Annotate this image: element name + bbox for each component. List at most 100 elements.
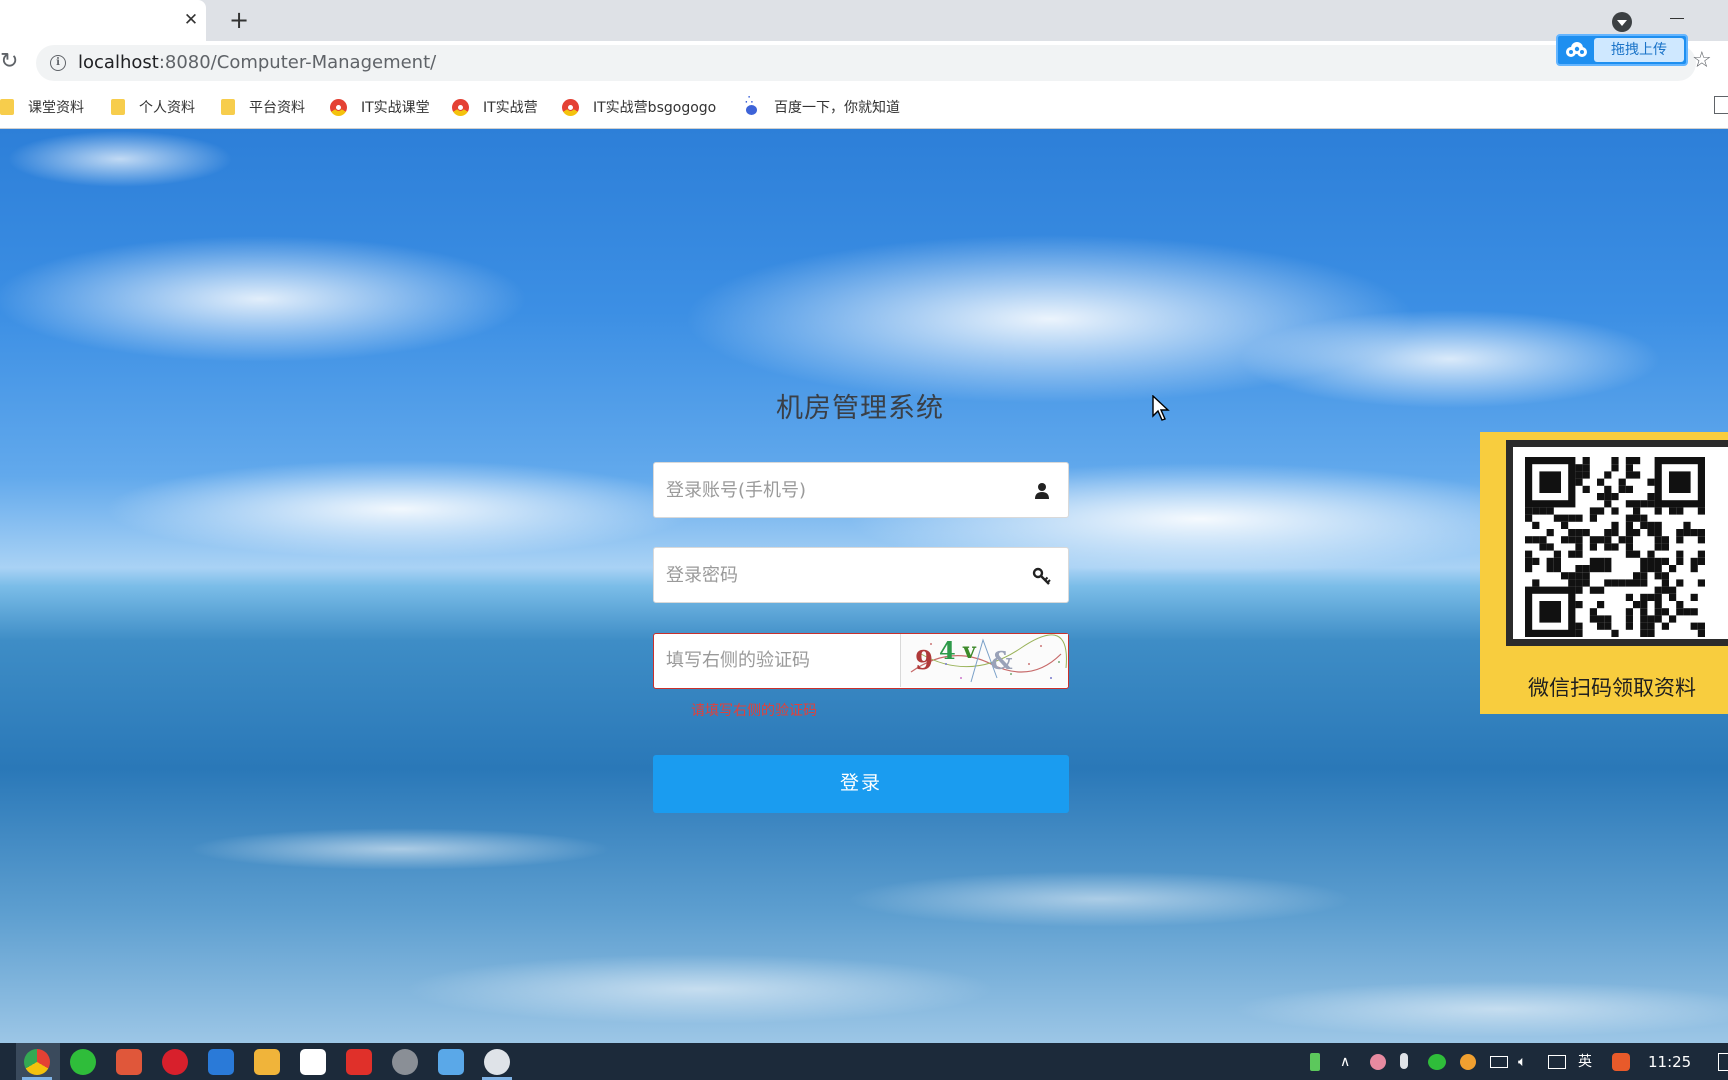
bookmark-item[interactable]: 个人资料 bbox=[111, 96, 195, 118]
network-icon[interactable] bbox=[1548, 1055, 1566, 1069]
folder-taskbar-icon[interactable] bbox=[254, 1049, 280, 1075]
bookmark-item[interactable]: 百度一下，你就知道 bbox=[743, 93, 900, 118]
tray-expand-icon[interactable]: ∧ bbox=[1340, 1051, 1350, 1073]
qr-module bbox=[1697, 550, 1705, 558]
ime-indicator[interactable]: 英 bbox=[1578, 1051, 1592, 1073]
volume-icon[interactable]: 🔈︎ bbox=[1518, 1051, 1526, 1073]
qr-module bbox=[1618, 485, 1626, 493]
bookmark-item[interactable]: IT实战营 bbox=[452, 96, 538, 118]
profile-menu-icon[interactable] bbox=[1612, 12, 1632, 32]
settings-taskbar-icon[interactable] bbox=[392, 1049, 418, 1075]
wechat-taskbar-icon[interactable] bbox=[70, 1049, 96, 1075]
account-input[interactable] bbox=[666, 463, 1006, 517]
login-button[interactable]: 登录 bbox=[653, 755, 1069, 813]
account-field[interactable] bbox=[653, 462, 1069, 518]
qr-module bbox=[1633, 507, 1641, 515]
bookmark-item[interactable]: 平台资料 bbox=[221, 96, 305, 118]
qr-module bbox=[1589, 543, 1597, 551]
battery-icon[interactable] bbox=[1490, 1056, 1508, 1068]
qr-module bbox=[1604, 543, 1612, 551]
address-url[interactable]: localhost:8080/Computer-Management/ bbox=[78, 52, 436, 74]
qr-module bbox=[1676, 579, 1684, 587]
music-taskbar-icon[interactable] bbox=[162, 1049, 188, 1075]
qr-module bbox=[1539, 507, 1547, 515]
captcha-image[interactable]: 9 4 v & bbox=[900, 634, 1068, 687]
qq-tray-icon[interactable] bbox=[1460, 1054, 1476, 1070]
qr-module bbox=[1604, 565, 1612, 573]
wechat-tray-icon[interactable] bbox=[1428, 1054, 1446, 1070]
upload-widget[interactable]: 拖拽上传 bbox=[1556, 34, 1688, 66]
qr-module bbox=[1625, 521, 1633, 529]
qr-module bbox=[1640, 579, 1648, 587]
sogou-ime-icon[interactable] bbox=[1612, 1053, 1630, 1071]
captcha-input[interactable] bbox=[666, 634, 894, 687]
qr-module bbox=[1568, 514, 1576, 522]
app-taskbar-icon[interactable] bbox=[484, 1049, 510, 1075]
qr-module bbox=[1625, 485, 1633, 493]
password-input[interactable] bbox=[666, 548, 1006, 602]
qr-module bbox=[1661, 536, 1669, 544]
bookmark-item[interactable]: 课堂资料 bbox=[0, 96, 84, 118]
qr-module bbox=[1546, 507, 1554, 515]
bookmark-item[interactable]: IT实战课堂 bbox=[330, 96, 430, 118]
qr-module bbox=[1640, 565, 1648, 573]
reading-list-icon[interactable] bbox=[1714, 96, 1728, 114]
microphone-icon[interactable] bbox=[1400, 1053, 1408, 1069]
qr-module bbox=[1654, 565, 1662, 573]
qr-module bbox=[1589, 507, 1597, 515]
browser-tab-active[interactable]: ✕ bbox=[0, 0, 206, 41]
notification-icon[interactable] bbox=[1718, 1053, 1728, 1071]
qr-module bbox=[1611, 464, 1619, 472]
baidu-netdisk-taskbar-icon[interactable] bbox=[300, 1049, 326, 1075]
qr-module bbox=[1568, 579, 1576, 587]
bookmark-star-icon[interactable]: ☆ bbox=[1692, 47, 1712, 75]
qr-module bbox=[1589, 586, 1597, 594]
site-info-icon[interactable]: i bbox=[50, 55, 66, 71]
qr-module bbox=[1647, 500, 1655, 508]
bookmark-item[interactable]: IT实战营bsgogogo bbox=[562, 96, 716, 118]
taskbar-clock[interactable]: 11:25 bbox=[1648, 1051, 1691, 1073]
qr-module bbox=[1582, 565, 1590, 573]
minimize-window-icon[interactable] bbox=[1670, 18, 1684, 19]
qr-module bbox=[1561, 536, 1569, 544]
qr-module bbox=[1604, 536, 1612, 544]
qr-module bbox=[1697, 529, 1705, 537]
qr-module bbox=[1690, 557, 1698, 565]
address-bar[interactable]: i localhost:8080/Computer-Management/ bbox=[36, 45, 1696, 81]
mouse-cursor-icon bbox=[1152, 395, 1170, 421]
qr-module bbox=[1604, 557, 1612, 565]
qr-module bbox=[1676, 536, 1684, 544]
qr-module bbox=[1697, 629, 1705, 637]
qr-module bbox=[1661, 572, 1669, 580]
editor-taskbar-icon[interactable] bbox=[208, 1049, 234, 1075]
tray-app-icon[interactable] bbox=[1370, 1054, 1386, 1070]
qr-module bbox=[1654, 615, 1662, 623]
qr-module bbox=[1582, 464, 1590, 472]
bookmark-label: IT实战营bsgogogo bbox=[593, 100, 717, 116]
qr-module bbox=[1525, 507, 1533, 515]
qr-module bbox=[1553, 557, 1561, 565]
qr-module bbox=[1625, 615, 1633, 623]
tab-close-icon[interactable]: ✕ bbox=[180, 9, 202, 31]
app-taskbar-icon[interactable] bbox=[438, 1049, 464, 1075]
captcha-field[interactable]: 9 4 v & bbox=[653, 633, 1069, 689]
qr-module bbox=[1582, 485, 1590, 493]
reload-icon[interactable]: ↻ bbox=[0, 49, 20, 75]
battery-tray-icon[interactable] bbox=[1310, 1053, 1320, 1071]
qr-module bbox=[1640, 601, 1648, 609]
qr-module bbox=[1647, 593, 1655, 601]
chrome-taskbar-icon[interactable] bbox=[24, 1049, 50, 1075]
qr-module bbox=[1525, 514, 1533, 522]
qr-module bbox=[1611, 507, 1619, 515]
qr-module bbox=[1661, 586, 1669, 594]
qr-module bbox=[1683, 608, 1691, 616]
qr-module bbox=[1640, 521, 1648, 529]
qr-module bbox=[1654, 593, 1662, 601]
qr-module bbox=[1575, 586, 1583, 594]
password-field[interactable] bbox=[653, 547, 1069, 603]
wps-taskbar-icon[interactable] bbox=[346, 1049, 372, 1075]
qr-module bbox=[1683, 529, 1691, 537]
app-taskbar-icon[interactable] bbox=[116, 1049, 142, 1075]
new-tab-icon[interactable]: + bbox=[226, 7, 252, 33]
qr-module bbox=[1640, 615, 1648, 623]
